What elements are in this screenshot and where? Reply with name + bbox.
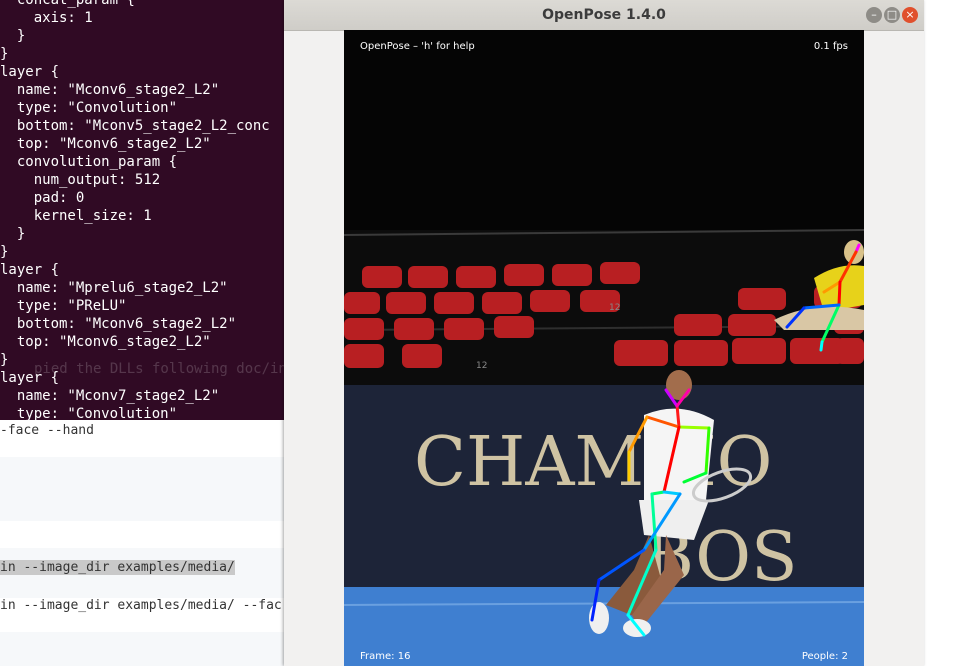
terminal-line: type: "Convolution" (0, 406, 178, 420)
terminal-line: bottom: "Mconv6_stage2_L2" (0, 316, 237, 332)
help-text: OpenPose – 'h' for help (360, 41, 475, 52)
selected-text[interactable]: in --image_dir examples/media/ (0, 560, 235, 575)
banner-text-1: CHAMPIO (414, 423, 772, 502)
docs-code-line-2: in --image_dir examples/media/ (0, 560, 235, 575)
terminal-line: top: "Mconv6_stage2_L2" (0, 334, 211, 350)
terminal-output: concat_param { axis: 1 }} layer { name: "… (0, 0, 270, 420)
frame-counter: Frame: 16 (360, 651, 411, 662)
terminal-line: name: "Mconv7_stage2_L2" (0, 388, 220, 404)
terminal-line: axis: 1 (0, 10, 93, 26)
window-title: OpenPose 1.4.0 (542, 7, 666, 23)
terminal-line: name: "Mprelu6_stage2_L2" (0, 280, 228, 296)
terminal-line: type: "Convolution" (0, 100, 178, 116)
terminal-line: convolution_param { (0, 154, 178, 170)
terminal-line: name: "Mconv6_stage2_L2" (0, 82, 220, 98)
terminal-line: concat_param { (0, 0, 135, 8)
openpose-window[interactable]: OpenPose 1.4.0 – □ × 12 12 CHAMPIO BOS O… (284, 0, 924, 666)
close-button[interactable]: × (902, 7, 918, 23)
maximize-button[interactable]: □ (884, 7, 900, 23)
terminal-line: layer { (0, 64, 60, 80)
docs-code-block (0, 457, 284, 521)
window-titlebar[interactable]: OpenPose 1.4.0 – □ × (284, 0, 924, 31)
seat-number-1: 12 (609, 303, 620, 313)
people-counter: People: 2 (801, 651, 848, 662)
terminal-window: pied the DLLs following doc/insta concat… (0, 0, 284, 420)
docs-code-line-3: in --image_dir examples/media/ --fac (0, 598, 282, 613)
docs-code-block-3 (0, 632, 284, 666)
terminal-line: num_output: 512 (0, 172, 161, 188)
terminal-line: kernel_size: 1 (0, 208, 152, 224)
terminal-line: } (0, 46, 9, 62)
terminal-line: layer { (0, 262, 60, 278)
terminal-line: } (0, 352, 9, 368)
fps-counter: 0.1 fps (813, 41, 848, 52)
docs-code-line-1: -face --hand (0, 423, 94, 438)
video-canvas[interactable]: 12 12 CHAMPIO BOS OpenPose – 'h' for hel… (344, 30, 864, 666)
terminal-line: } (0, 226, 26, 242)
terminal-line: type: "PReLU" (0, 298, 127, 314)
pose-frame: 12 12 CHAMPIO BOS (344, 30, 864, 666)
terminal-line: pad: 0 (0, 190, 85, 206)
seat-number-2: 12 (476, 361, 487, 371)
minimize-button[interactable]: – (866, 7, 882, 23)
docs-page: -face --hand in --image_dir examples/med… (0, 420, 284, 666)
terminal-line: } (0, 28, 26, 44)
terminal-line: bottom: "Mconv5_stage2_L2_conc (0, 118, 270, 134)
terminal-line: } (0, 244, 9, 260)
terminal-line: layer { (0, 370, 60, 386)
terminal-line: top: "Mconv6_stage2_L2" (0, 136, 211, 152)
